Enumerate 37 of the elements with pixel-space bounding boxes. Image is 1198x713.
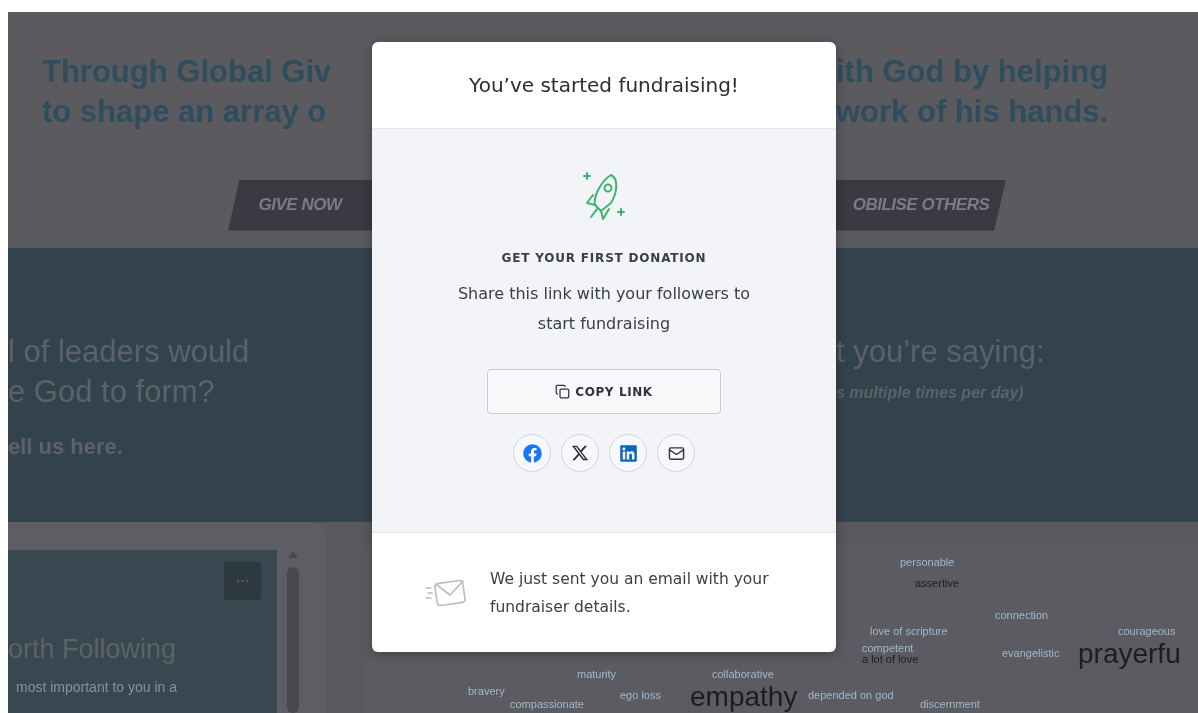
share-linkedin-button[interactable] (609, 434, 647, 472)
share-message: Share this link with your followers to start fundraising (456, 283, 752, 335)
word-cloud-word: courageous (1118, 626, 1176, 637)
word-cloud-word: connection (995, 610, 1049, 621)
section-heading: GET YOUR FIRST DONATION (501, 251, 707, 265)
word-cloud-word: discernment (920, 699, 980, 710)
word-cloud-word: competent (862, 643, 914, 654)
word-cloud-word: personable (900, 557, 955, 568)
sent-envelope-icon (424, 577, 468, 608)
dialog-title: You’ve started fundraising! (469, 73, 739, 97)
share-x-button[interactable] (561, 434, 599, 472)
linkedin-icon (618, 443, 638, 463)
copy-icon (555, 384, 571, 399)
word-cloud-word: empathy (690, 683, 798, 711)
word-cloud-word: compassionate (510, 699, 584, 710)
word-cloud-word: collaborative (712, 669, 774, 680)
rocket-icon (581, 171, 627, 223)
word-cloud-word: evangelistic (1002, 648, 1060, 659)
word-cloud-word: bravery (468, 686, 505, 697)
mobilise-button[interactable]: OBILISE OTHERS (836, 179, 1006, 231)
word-cloud-word: a lot of love (862, 654, 919, 665)
facebook-icon (522, 443, 542, 463)
word-cloud-word: love of scripture (870, 626, 948, 637)
copy-link-button[interactable]: COPY LINK (487, 369, 721, 414)
share-email-button[interactable] (657, 434, 695, 472)
word-cloud-word: prayerfu (1078, 640, 1181, 668)
give-now-button[interactable]: GIVE NOW (228, 179, 372, 231)
word-cloud-word: maturity (577, 669, 617, 680)
more-button[interactable]: ··· (224, 562, 261, 600)
word-cloud-word: assertive (915, 578, 960, 589)
envelope-icon (667, 444, 685, 462)
word-cloud-word: ego loss (620, 690, 661, 701)
x-logo-icon (571, 444, 589, 462)
email-sent-note: We just sent you an email with your fundraiser details. (490, 568, 770, 618)
word-cloud-word: depended on god (808, 690, 894, 701)
video-text: most important to you in a (15, 679, 179, 695)
share-facebook-button[interactable] (513, 434, 551, 472)
